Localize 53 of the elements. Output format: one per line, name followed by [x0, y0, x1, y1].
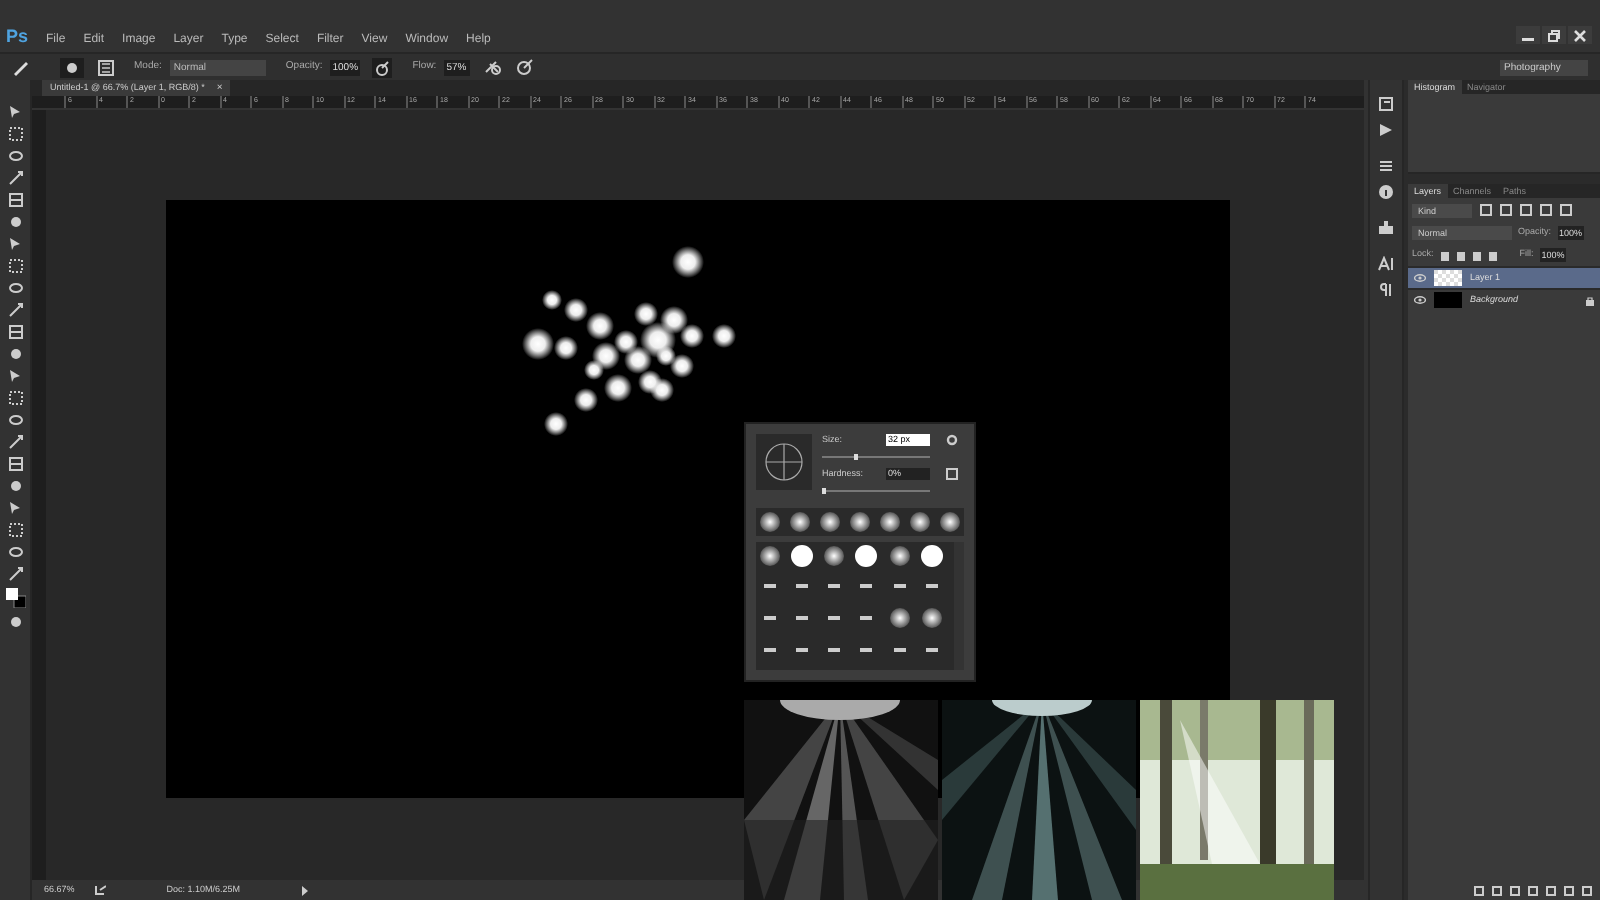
- export-icon: [94, 884, 107, 896]
- brush-preset-button[interactable]: [919, 543, 944, 567]
- tool-icon[interactable]: [7, 302, 23, 318]
- brush-preset-button[interactable]: [887, 606, 912, 631]
- character-icon[interactable]: [1378, 256, 1394, 272]
- adjustments-icon[interactable]: [1378, 158, 1394, 174]
- layer-thumbnail: [1434, 292, 1462, 308]
- app-logo: Ps: [6, 28, 29, 46]
- play-icon[interactable]: [1378, 122, 1394, 138]
- pressure-opacity-icon[interactable]: [372, 57, 393, 77]
- brush-preset-button[interactable]: [788, 509, 812, 533]
- eye-icon[interactable]: [1414, 296, 1426, 304]
- brush-preset-button[interactable]: [790, 543, 815, 567]
- brush-preset-picker[interactable]: [60, 57, 84, 77]
- brush-preset-button[interactable]: [818, 509, 842, 533]
- tool-icon[interactable]: [7, 170, 23, 186]
- clone-source-icon[interactable]: [1378, 220, 1394, 236]
- restore-icon: [1548, 29, 1560, 41]
- brush-preset-button[interactable]: [887, 543, 912, 567]
- brush-preset-button[interactable]: [758, 509, 782, 533]
- tool-icon[interactable]: [7, 566, 23, 582]
- paragraph-icon[interactable]: [1378, 282, 1394, 298]
- brush-preset-button[interactable]: [854, 543, 879, 567]
- close-icon: [1574, 29, 1586, 41]
- soft-brush-icon: [66, 61, 78, 73]
- gear-icon[interactable]: [946, 434, 958, 447]
- airbrush-icon[interactable]: [484, 58, 503, 76]
- pressure-size-icon[interactable]: [516, 58, 535, 76]
- status-arrow-icon[interactable]: [300, 885, 311, 895]
- eye-icon[interactable]: [1414, 274, 1426, 282]
- brush-tip-preview-icon: [756, 434, 812, 490]
- brush-preset-button[interactable]: [822, 543, 847, 567]
- brush-preset-button[interactable]: [919, 606, 944, 631]
- tool-icon[interactable]: [7, 456, 23, 472]
- brush-preset-button[interactable]: [908, 509, 932, 533]
- info-icon[interactable]: [1378, 184, 1394, 200]
- minimize-button[interactable]: [1516, 26, 1540, 44]
- brush-panel-icon[interactable]: [98, 59, 114, 75]
- layer-thumbnail: [1434, 270, 1462, 286]
- brush-preset-button[interactable]: [758, 543, 782, 567]
- restore-button[interactable]: [1542, 26, 1566, 44]
- size-slider-thumb[interactable]: [853, 453, 858, 460]
- history-icon[interactable]: [1378, 96, 1394, 112]
- tool-icon[interactable]: [7, 614, 23, 630]
- new-preset-icon[interactable]: [946, 468, 958, 481]
- color-swatches-icon[interactable]: [5, 588, 25, 608]
- tool-icon[interactable]: [7, 324, 23, 340]
- tool-icon[interactable]: [7, 434, 23, 450]
- brush-preset-button[interactable]: [938, 509, 962, 533]
- close-button[interactable]: [1568, 26, 1592, 44]
- tool-icon[interactable]: [7, 192, 23, 208]
- brush-preset-button[interactable]: [878, 509, 902, 533]
- brush-preset-button[interactable]: [848, 509, 872, 533]
